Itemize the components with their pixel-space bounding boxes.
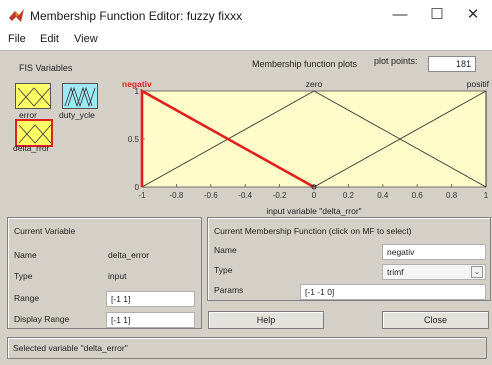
mf-label-zero[interactable]: zero	[306, 79, 323, 89]
status-bar: Selected variable "delta_error"	[7, 337, 487, 359]
current-mf-panel: Current Membership Function (click on MF…	[207, 217, 491, 301]
membership-function-plot[interactable]: 00.51 -1 -0.8 -0.6 -0.4 -0.2 0 0.2 0.4 0.6 0.8 1 n…	[118, 73, 490, 221]
membership-plots-label: Membership function plots	[252, 59, 358, 69]
menu-bar: File Edit View	[0, 30, 492, 50]
mf-label-positif[interactable]: positif	[467, 79, 490, 89]
mf-type-select[interactable]: trimf ⌄	[382, 264, 486, 280]
mf-type-label: Type	[214, 265, 233, 275]
membership-triangles-icon	[64, 86, 96, 108]
variable-name-value: delta_error	[108, 250, 150, 260]
menu-edit[interactable]: Edit	[40, 33, 59, 45]
variable-name-label: Name	[14, 250, 37, 260]
variable-duty-ycle-label: duty_ycle	[59, 110, 95, 120]
help-button[interactable]: Help	[208, 311, 324, 329]
range-label: Range	[14, 293, 40, 303]
x-tick-label: -1	[138, 191, 146, 200]
maximize-button[interactable]: ☐	[422, 4, 452, 26]
variable-duty-ycle-box[interactable]	[62, 83, 98, 109]
x-tick-label: 0.4	[377, 191, 389, 200]
variable-error-box[interactable]	[15, 83, 51, 109]
window-title: Membership Function Editor: fuzzy fixxx	[30, 9, 243, 23]
x-axis-label: input variable "delta_rror"	[266, 206, 361, 216]
range-input[interactable]: [-1 1]	[106, 291, 195, 307]
plot-points-label: plot points:	[374, 56, 418, 66]
mf-type-value: trimf	[387, 267, 404, 277]
x-tick-label: 1	[484, 191, 489, 200]
mf-name-input[interactable]: negativ	[382, 244, 486, 260]
plot-points-input[interactable]: 181	[428, 56, 476, 72]
x-tick-label: 0.6	[412, 191, 424, 200]
mf-label-negativ[interactable]: negativ	[122, 79, 152, 89]
current-variable-panel: Current Variable Name delta_error Type i…	[7, 217, 202, 329]
current-variable-title: Current Variable	[14, 226, 76, 236]
menu-file[interactable]: File	[8, 33, 26, 45]
x-tick-label: 0	[312, 191, 317, 200]
current-mf-title: Current Membership Function (click on MF…	[214, 226, 412, 236]
variable-type-label: Type	[14, 271, 33, 281]
x-tick-label: -0.8	[170, 191, 184, 200]
mf-params-label: Params	[214, 285, 244, 295]
variable-type-value: input	[108, 271, 127, 281]
close-button[interactable]: Close	[382, 311, 489, 329]
membership-triangles-icon	[17, 87, 51, 107]
x-tick-label: -0.6	[204, 191, 218, 200]
display-range-label: Display Range	[14, 314, 70, 324]
x-tick-label: 0.2	[343, 191, 355, 200]
editor-client-area: FIS Variables error duty_ycle delta_rror…	[0, 50, 492, 365]
chevron-down-icon[interactable]: ⌄	[471, 266, 483, 278]
x-tick-label: -0.2	[273, 191, 287, 200]
variable-delta-rror-label: delta_rror	[13, 143, 50, 153]
title-bar: Membership Function Editor: fuzzy fixxx …	[0, 0, 492, 30]
plot-area	[141, 90, 487, 188]
x-tick-label: 0.8	[446, 191, 458, 200]
y-tick-label: 0.5	[128, 135, 140, 144]
matlab-icon	[9, 9, 24, 22]
fis-variables-label: FIS Variables	[19, 63, 73, 73]
status-text: Selected variable "delta_error"	[13, 343, 128, 353]
mf-name-label: Name	[214, 245, 237, 255]
menu-view[interactable]: View	[74, 33, 98, 45]
minimize-button[interactable]: —	[385, 4, 415, 26]
mf-params-input[interactable]: [-1 -1 0]	[300, 284, 486, 300]
x-tick-label: -0.4	[238, 191, 252, 200]
display-range-input[interactable]: [-1 1]	[106, 312, 195, 328]
close-window-button[interactable]: ✕	[458, 4, 488, 26]
